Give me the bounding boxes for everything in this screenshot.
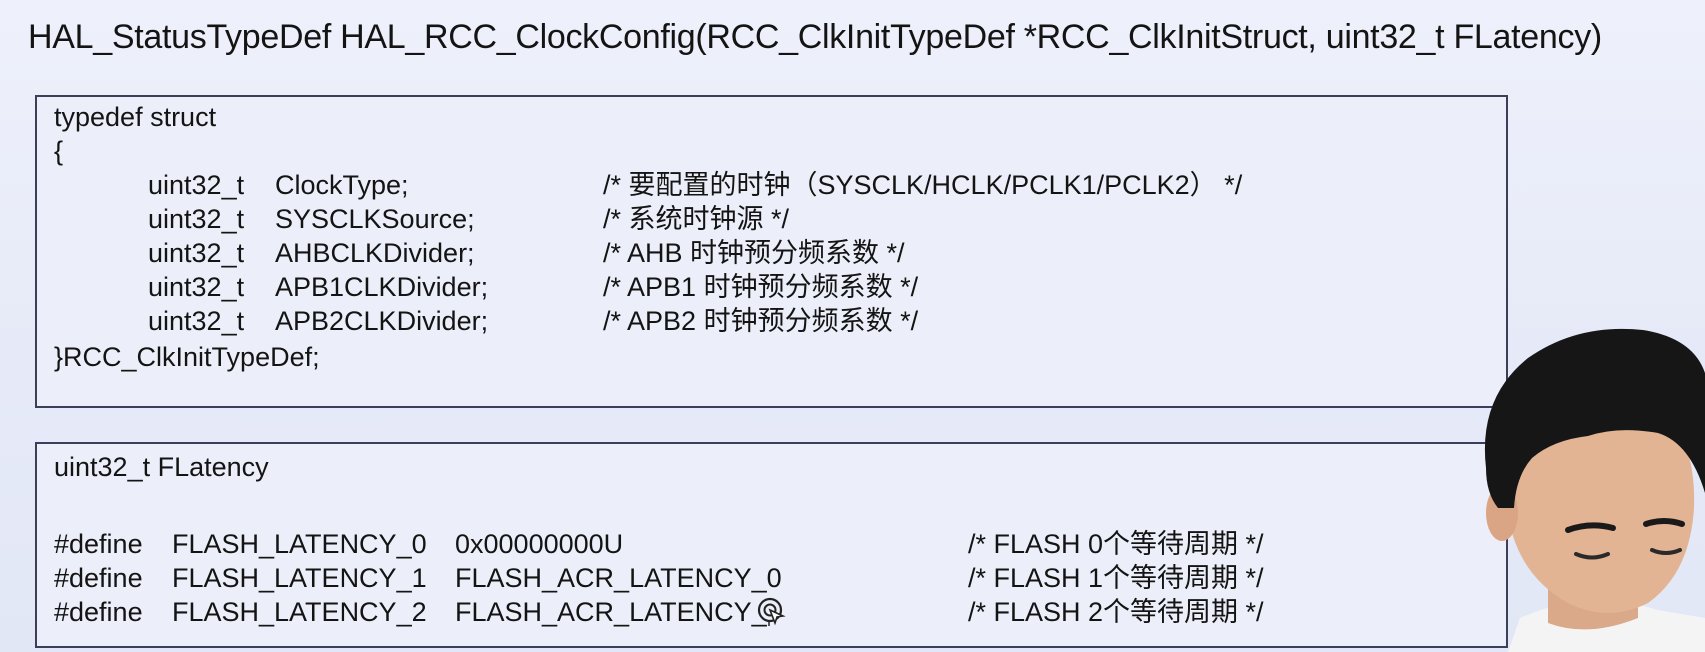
field-name: SYSCLKSource; [275,204,475,234]
define-value: FLASH_ACR_LATENCY_0 [455,563,782,593]
struct-header: typedef struct [54,102,217,132]
define-comment: /* FLASH 0个等待周期 */ [968,529,1264,559]
field-comment: /* 要配置的时钟（SYSCLK/HCLK/PCLK1/PCLK2） */ [603,170,1243,200]
struct-closing: }RCC_ClkInitTypeDef; [54,342,320,372]
define-keyword: #define [54,529,143,559]
define-name: FLASH_LATENCY_0 [172,529,427,559]
flatency-header: uint32_t FLatency [54,452,269,482]
struct-open-brace: { [54,136,64,166]
define-comment: /* FLASH 2个等待周期 */ [968,597,1264,627]
slide-title: HAL_StatusTypeDef HAL_RCC_ClockConfig(RC… [28,18,1602,56]
field-name: ClockType; [275,170,409,200]
define-keyword: #define [54,597,143,627]
field-name: APB1CLKDivider; [275,272,489,302]
field-comment: /* 系统时钟源 */ [603,204,790,234]
struct-definition-box: typedef struct { uint32_t ClockType; /* … [35,95,1508,408]
field-type: uint32_t [148,204,245,234]
define-value: FLASH_ACR_LATENCY_ [455,597,767,627]
pointer-cursor-icon [757,597,786,626]
presenter-video-overlay [1484,328,1705,652]
field-name: AHBCLKDivider; [275,238,475,268]
define-name: FLASH_LATENCY_1 [172,563,427,593]
field-type: uint32_t [148,170,245,200]
define-value: 0x00000000U [455,529,624,559]
field-type: uint32_t [148,272,245,302]
define-comment: /* FLASH 1个等待周期 */ [968,563,1264,593]
define-keyword: #define [54,563,143,593]
define-name: FLASH_LATENCY_2 [172,597,427,627]
field-type: uint32_t [148,306,245,336]
field-comment: /* APB2 时钟预分频系数 */ [603,306,919,336]
field-type: uint32_t [148,238,245,268]
field-comment: /* AHB 时钟预分频系数 */ [603,238,905,268]
field-comment: /* APB1 时钟预分频系数 */ [603,272,919,302]
field-name: APB2CLKDivider; [275,306,489,336]
